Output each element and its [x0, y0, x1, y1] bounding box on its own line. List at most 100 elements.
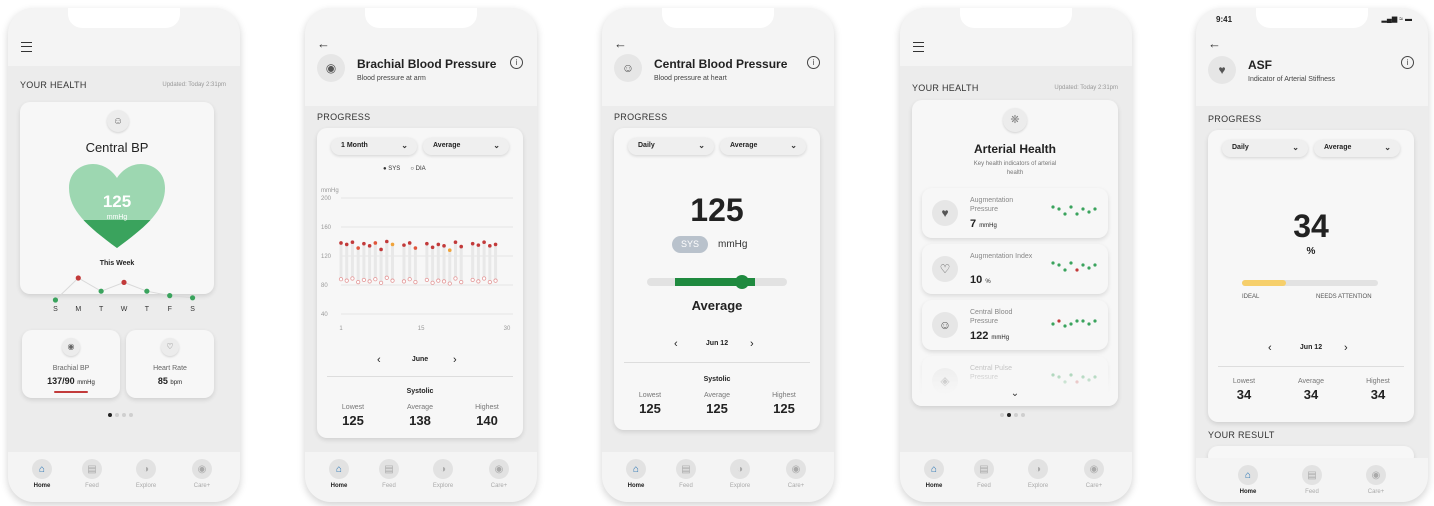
page-dot — [1021, 413, 1025, 417]
phone-notch — [1256, 8, 1368, 28]
back-arrow-icon[interactable]: ← — [614, 36, 627, 51]
heart-icon: ♥ — [932, 200, 958, 226]
next-month-icon[interactable]: › — [453, 354, 457, 366]
back-arrow-icon[interactable]: ← — [317, 36, 330, 51]
nav-care[interactable]: ◉ Care+ — [479, 459, 519, 489]
hamburger-menu-icon[interactable] — [913, 42, 924, 52]
nav-home[interactable]: ⌂ Home — [616, 459, 656, 489]
page-subtitle: Blood pressure at heart — [654, 75, 727, 82]
trend-point — [52, 297, 59, 303]
day-label: S — [53, 306, 58, 313]
nav-explore[interactable]: ◑ Explore — [126, 459, 166, 489]
spark-point — [1069, 205, 1073, 209]
nav-home[interactable]: ⌂ Home — [319, 459, 359, 489]
nav-feed[interactable]: ▤ Feed — [964, 459, 1004, 489]
nav-home[interactable]: ⌂ Home — [1228, 465, 1268, 495]
dia-point — [470, 277, 475, 283]
sys-point — [459, 244, 464, 249]
prev-month-icon[interactable]: ‹ — [377, 354, 381, 366]
brachial-status-bar — [54, 391, 88, 393]
nav-care-label: Care+ — [1085, 483, 1103, 489]
metric-label: Augmentation Index — [970, 253, 1033, 260]
nav-care-label: Care+ — [787, 483, 805, 489]
sys-point — [430, 245, 435, 250]
metric-value: 122 mmHg — [970, 330, 1009, 342]
prev-date-icon[interactable]: ‹ — [1268, 342, 1272, 354]
metric-dropdown[interactable]: Average ⌄ — [423, 138, 509, 155]
nav-care-label: Care+ — [1367, 489, 1385, 495]
info-icon[interactable]: i — [807, 56, 820, 69]
sys-point — [373, 241, 378, 245]
stats-title: Systolic — [406, 388, 434, 395]
nav-feed[interactable]: ▤ Feed — [666, 459, 706, 489]
nav-home-label: Home — [33, 483, 51, 489]
nav-home[interactable]: ⌂ Home — [914, 459, 954, 489]
home-icon: ⌂ — [626, 459, 646, 479]
nav-explore[interactable]: ◑ Explore — [423, 459, 463, 489]
nav-care[interactable]: ◉ Care+ — [776, 459, 816, 489]
prev-date-icon[interactable]: ‹ — [674, 338, 678, 350]
nav-care[interactable]: ◉ Care+ — [1356, 465, 1396, 495]
nav-care[interactable]: ◉ Care+ — [1074, 459, 1114, 489]
heart-rate-number: 85 — [157, 376, 168, 386]
sys-point — [453, 240, 458, 245]
metric-dropdown[interactable]: Average ⌄ — [1314, 140, 1400, 157]
nav-home[interactable]: ⌂ Home — [22, 459, 62, 489]
feed-icon: ▤ — [676, 459, 696, 479]
nav-feed[interactable]: ▤ Feed — [72, 459, 112, 489]
feed-icon: ▤ — [82, 459, 102, 479]
page-dot — [1007, 413, 1011, 417]
spark-point — [1087, 266, 1091, 270]
dia-point — [356, 280, 361, 285]
next-date-icon[interactable]: › — [750, 338, 754, 350]
metric-dropdown[interactable]: Average ⌄ — [720, 138, 806, 155]
spark-point — [1057, 319, 1061, 323]
page-indicator[interactable] — [1000, 413, 1025, 417]
dia-point — [441, 279, 447, 284]
info-icon[interactable]: i — [1401, 56, 1414, 69]
sys-point — [384, 239, 389, 244]
period-dropdown[interactable]: Daily ⌄ — [1222, 140, 1308, 157]
spark-point — [1051, 205, 1055, 209]
metric-row-augmentation-index[interactable]: ♡ Augmentation Index 10 % — [922, 244, 1108, 294]
metric-row-augmentation-pressure[interactable]: ♥ Augmentation Pressure 7 mmHg — [922, 188, 1108, 238]
next-date-icon[interactable]: › — [1344, 342, 1348, 354]
day-label: W — [120, 306, 128, 313]
nav-explore[interactable]: ◑ Explore — [720, 459, 760, 489]
nav-care[interactable]: ◉ Care+ — [182, 459, 222, 489]
divider — [327, 376, 513, 377]
spark-point — [1081, 263, 1085, 267]
nav-feed[interactable]: ▤ Feed — [369, 459, 409, 489]
spark-point — [1087, 210, 1091, 214]
stat-value: 34 — [1236, 387, 1252, 402]
ideal-label: IDEAL — [1242, 294, 1260, 300]
stat-label: Highest — [772, 392, 796, 399]
period-dropdown[interactable]: Daily ⌄ — [628, 138, 714, 155]
nav-feed[interactable]: ▤ Feed — [1292, 465, 1332, 495]
expand-chevron-icon[interactable]: ⌄ — [912, 388, 1118, 399]
central-bp-card[interactable]: ☺ Central BP 125 mmHg This Week — [20, 102, 214, 294]
sys-point — [488, 244, 492, 248]
page-title: Central Blood Pressure — [654, 57, 788, 71]
period-dropdown[interactable]: 1 Month ⌄ — [331, 138, 417, 155]
status-icons: ▂▄▆ ≈ ▬ — [1382, 15, 1412, 23]
globe-icon: ◑ — [136, 459, 156, 479]
hamburger-menu-icon[interactable] — [21, 42, 32, 52]
page-dot — [129, 413, 133, 417]
dia-point — [430, 280, 435, 285]
progress-card: Daily ⌄ Average ⌄ 34 % IDEAL NEEDS ATTENTI… — [1208, 130, 1414, 422]
trend-point — [189, 295, 196, 301]
sys-point — [367, 244, 372, 248]
dia-point — [378, 280, 384, 285]
metric-row-central-blood-pressure[interactable]: ☺ Central Blood Pressure 122 mmHg — [922, 300, 1108, 350]
dia-point — [453, 276, 458, 281]
heart-rate-card[interactable]: ♡ Heart Rate 85 bpm — [126, 330, 214, 398]
brachial-unit: mmHg — [77, 380, 95, 386]
heart-value: 125 — [102, 192, 132, 211]
nav-explore[interactable]: ◑ Explore — [1018, 459, 1058, 489]
back-arrow-icon[interactable]: ← — [1208, 36, 1221, 51]
page-indicator[interactable] — [108, 413, 133, 417]
dia-point — [493, 278, 498, 283]
brachial-bp-card[interactable]: ◉ Brachial BP 137/90 mmHg — [22, 330, 120, 398]
info-icon[interactable]: i — [510, 56, 523, 69]
